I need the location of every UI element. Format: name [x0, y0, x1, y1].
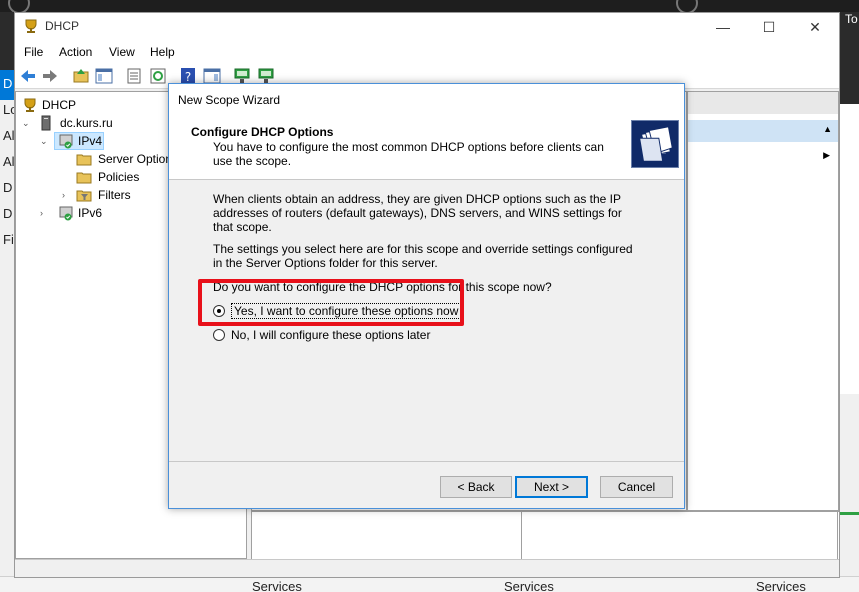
filter-icon	[76, 190, 92, 202]
tree-label: dc.kurs.ru	[60, 116, 113, 130]
background-letter: D	[3, 206, 13, 221]
window-title: DHCP	[45, 19, 80, 33]
background-left-panel	[0, 12, 14, 592]
wizard-folders-icon	[631, 120, 679, 168]
services-label: Services	[756, 579, 806, 592]
refresh-icon[interactable]	[149, 67, 167, 85]
background-right-text: To	[845, 12, 858, 26]
svg-text:?: ?	[185, 70, 191, 84]
background-letter: Al	[3, 154, 15, 169]
wizard-step-subtitle: You have to configure the most common DH…	[213, 140, 604, 168]
tree-label: IPv4	[78, 134, 103, 148]
services-label: Services	[504, 579, 554, 592]
radio-no[interactable]	[213, 329, 225, 341]
new-scope-wizard-dialog: New Scope Wizard Configure DHCP Options …	[168, 83, 685, 509]
chevron-down-icon[interactable]: ⌄	[40, 132, 48, 150]
dialog-title: New Scope Wizard	[178, 93, 281, 107]
tree-label: Server Options	[98, 152, 179, 166]
collapse-arrow-icon[interactable]: ▲	[823, 124, 832, 134]
actions-pane: ▲ ▶	[687, 91, 839, 511]
option-no-label[interactable]: No, I will configure these options later	[231, 328, 430, 342]
annotation-highlight-box	[198, 279, 464, 326]
folder-icon	[76, 154, 92, 166]
background-letter: D	[3, 76, 13, 91]
wizard-description: When clients obtain an address, they are…	[213, 192, 622, 234]
tree-label: Policies	[98, 170, 140, 184]
close-button[interactable]: ✕	[792, 13, 838, 41]
desktop-top-bar	[0, 0, 859, 14]
menu-view[interactable]: View	[109, 45, 135, 59]
show-hide-tree-icon[interactable]	[95, 67, 113, 85]
ipv4-scope-icon	[59, 134, 73, 149]
minimize-button[interactable]: —	[700, 13, 746, 41]
chevron-right-icon[interactable]: ›	[40, 204, 43, 222]
server-icon	[41, 115, 51, 131]
background-letter: D	[3, 180, 13, 195]
back-arrow-icon[interactable]	[19, 67, 37, 85]
lower-panes	[251, 511, 839, 560]
dhcp-app-icon	[25, 19, 37, 33]
menu-file[interactable]: File	[24, 45, 43, 59]
background-letter: Al	[3, 128, 15, 143]
services-label: Services	[252, 579, 302, 592]
background-letter: Fi	[3, 232, 14, 247]
tree-label: IPv6	[78, 206, 103, 220]
actions-ipv4-row[interactable]: ▲	[688, 120, 838, 142]
ipv6-scope-icon	[59, 206, 73, 221]
window-titlebar: DHCP — ☐ ✕	[15, 13, 839, 41]
background-services-bar: Services Services Services	[0, 576, 859, 592]
chevron-right-icon[interactable]: ›	[62, 186, 65, 204]
background-right-panel	[840, 12, 859, 592]
maximize-button[interactable]: ☐	[746, 13, 792, 41]
dhcp-trophy-icon	[24, 98, 36, 112]
next-button[interactable]: Next >	[515, 476, 588, 498]
folder-icon	[76, 172, 92, 184]
up-folder-icon[interactable]	[72, 67, 90, 85]
actions-header	[688, 92, 838, 114]
option-no-row[interactable]: No, I will configure these options later	[213, 326, 430, 344]
menu-help[interactable]: Help	[150, 45, 175, 59]
more-actions-arrow-icon[interactable]: ▶	[823, 150, 830, 161]
wizard-step-title: Configure DHCP Options	[191, 125, 334, 139]
dialog-separator	[169, 461, 684, 462]
dialog-titlebar: New Scope Wizard	[169, 84, 684, 114]
chevron-down-icon[interactable]: ⌄	[22, 114, 30, 132]
forward-arrow-icon[interactable]	[41, 67, 59, 85]
menu-bar: File Action View Help	[15, 41, 839, 63]
cancel-button[interactable]: Cancel	[600, 476, 673, 498]
status-bar	[15, 559, 839, 577]
menu-action[interactable]: Action	[59, 45, 92, 59]
properties-icon[interactable]	[125, 67, 143, 85]
wizard-note: The settings you select here are for thi…	[213, 242, 633, 270]
wizard-header: Configure DHCP Options You have to confi…	[169, 114, 684, 180]
back-button[interactable]: < Back	[440, 476, 512, 498]
tree-label: Filters	[98, 188, 131, 202]
tree-label: DHCP	[42, 98, 77, 112]
